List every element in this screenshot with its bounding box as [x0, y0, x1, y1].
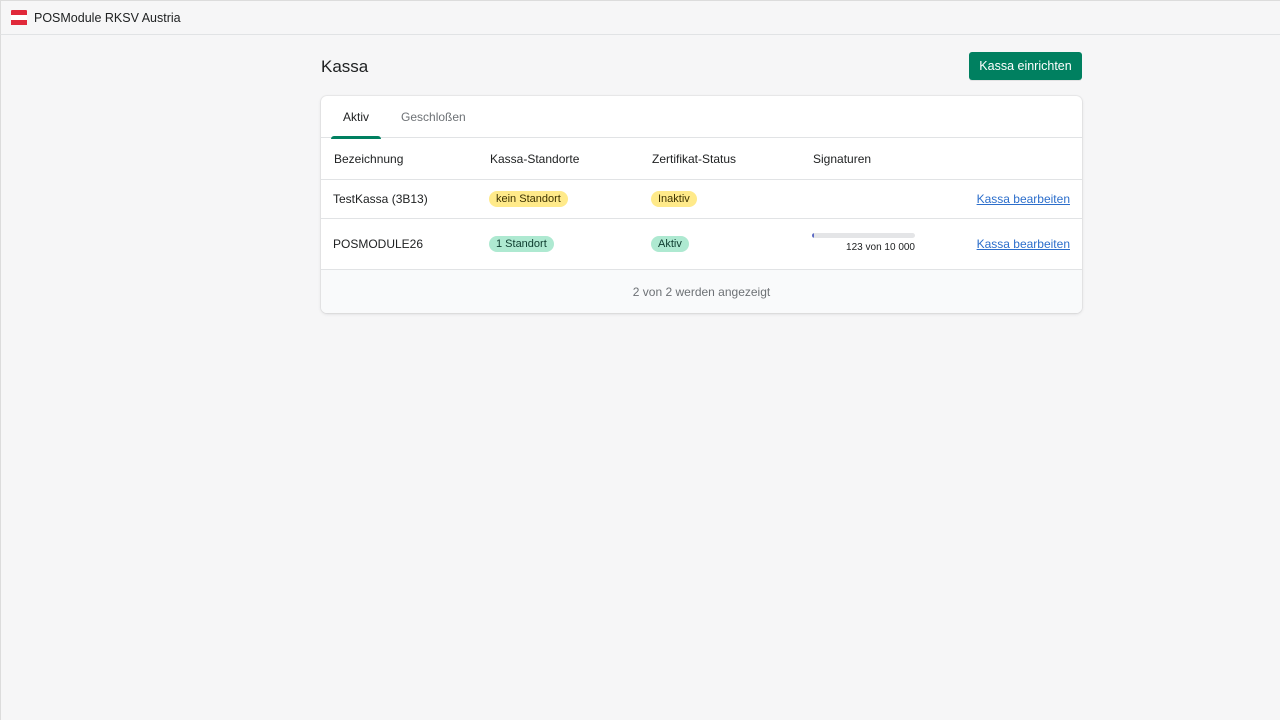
header-zertifikat-status: Zertifikat-Status: [652, 151, 737, 166]
tab-geschlossen[interactable]: Geschloßen: [389, 96, 478, 138]
kassa-table: Bezeichnung Kassa-Standorte Zertifikat-S…: [321, 138, 1082, 270]
kassa-card: Aktiv Geschloßen Bezeichnung Kassa-Stand…: [321, 96, 1082, 313]
table-row: POSMODULE26 1 Standort Aktiv 123 von 10 …: [321, 219, 1082, 270]
signature-progress-fill: [812, 233, 815, 238]
location-badge-wrap: 1 Standort: [489, 236, 554, 252]
tab-bar: Aktiv Geschloßen: [321, 96, 1082, 139]
cert-badge-wrap: Inaktiv: [651, 191, 697, 207]
kassa-name: TestKassa (3B13): [333, 192, 428, 206]
window-border: [0, 35, 1, 720]
location-badge: kein Standort: [489, 191, 568, 207]
cert-status-badge: Aktiv: [651, 236, 689, 252]
kassa-bearbeiten-link[interactable]: Kassa bearbeiten: [977, 237, 1070, 251]
tab-aktiv[interactable]: Aktiv: [331, 96, 382, 139]
table-header: Bezeichnung Kassa-Standorte Zertifikat-S…: [321, 138, 1082, 180]
location-badge-wrap: kein Standort: [489, 191, 568, 207]
signature-count: 123 von 10 000: [846, 242, 915, 253]
signature-progress-track: [812, 233, 915, 238]
table-row: TestKassa (3B13) kein Standort Inaktiv K…: [321, 180, 1082, 219]
kassa-einrichten-button[interactable]: Kassa einrichten: [969, 52, 1082, 80]
header-bezeichnung: Bezeichnung: [334, 151, 404, 166]
location-badge: 1 Standort: [489, 236, 554, 252]
austria-flag-icon: [11, 9, 27, 26]
header-signaturen: Signaturen: [813, 151, 872, 166]
signature-progress: 123 von 10 000: [812, 233, 915, 253]
header-kassa-standorte: Kassa-Standorte: [490, 151, 580, 166]
page-title: Kassa: [321, 57, 369, 76]
kassa-name: POSMODULE26: [333, 237, 424, 251]
cert-badge-wrap: Aktiv: [651, 236, 689, 252]
app-name: POSModule RKSV Austria: [34, 10, 181, 25]
kassa-bearbeiten-link[interactable]: Kassa bearbeiten: [977, 192, 1070, 206]
top-bar: POSModule RKSV Austria: [0, 0, 1280, 35]
cert-status-badge: Inaktiv: [651, 191, 697, 207]
table-footer: 2 von 2 werden angezeigt: [321, 270, 1082, 313]
